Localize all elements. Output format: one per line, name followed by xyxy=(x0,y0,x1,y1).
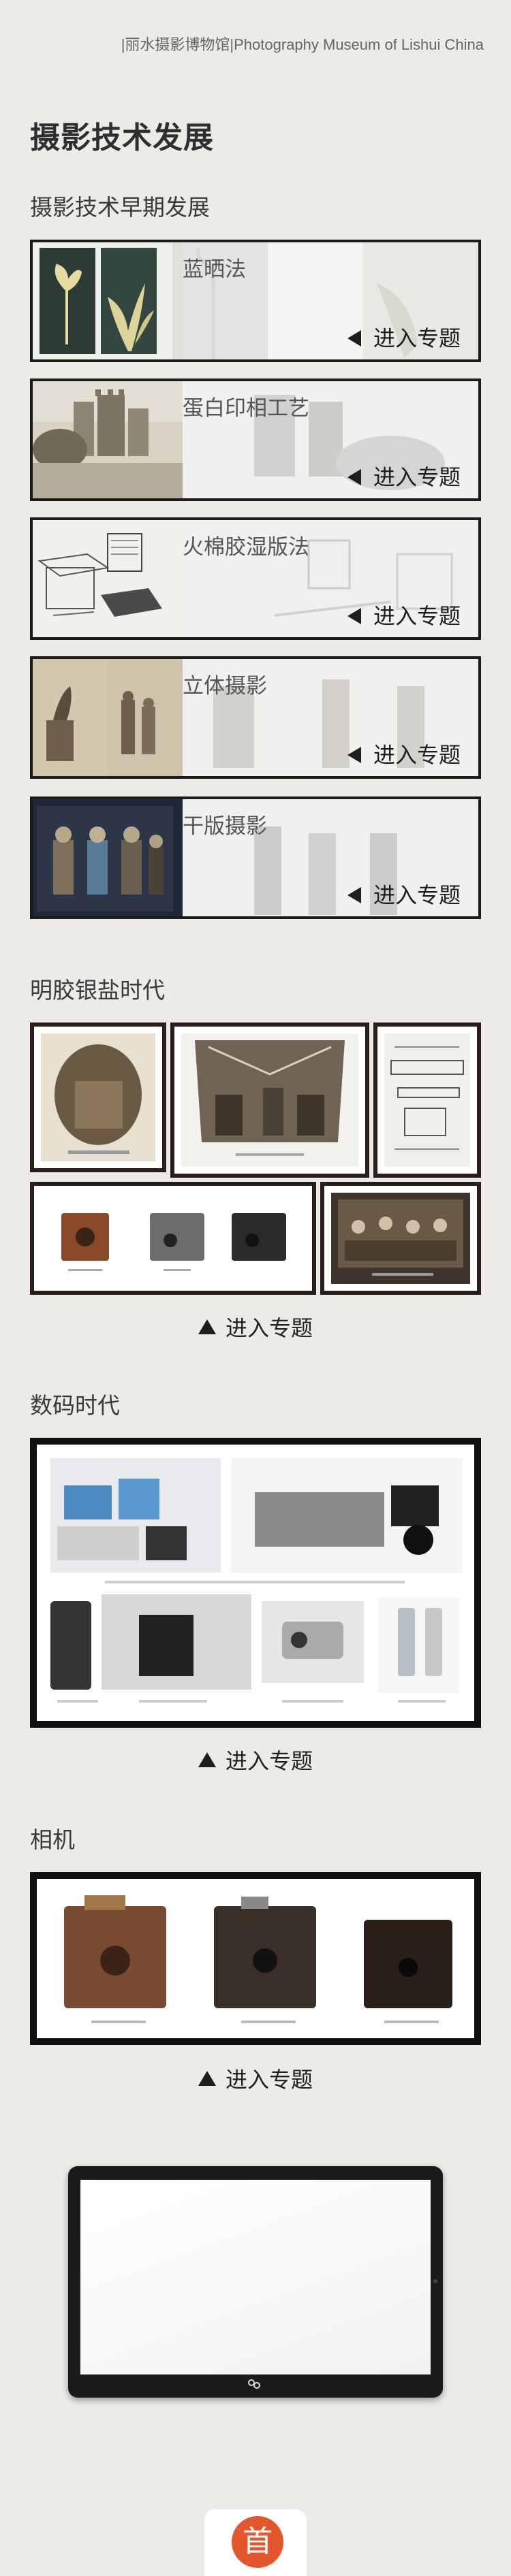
factory-workers-photo xyxy=(331,1193,470,1284)
triangle-left-icon xyxy=(347,330,361,347)
triangle-up-icon xyxy=(198,1319,216,1334)
enter-topic-link[interactable]: 进入专题 xyxy=(347,738,461,769)
topic-label: 立体摄影 xyxy=(183,674,267,698)
enter-topic-gelatin[interactable]: 进入专题 xyxy=(0,1311,511,1342)
page-title: 摄影技术发展 xyxy=(30,121,214,155)
home-icon[interactable]: 首 xyxy=(232,2516,283,2568)
digital-collage[interactable] xyxy=(30,1438,481,1728)
enter-topic-digital[interactable]: 进入专题 xyxy=(0,1744,511,1775)
tablet-screen[interactable] xyxy=(80,2180,431,2374)
topic-card-collodion[interactable]: 火棉胶湿版法 进入专题 xyxy=(30,517,481,640)
enter-topic-link[interactable]: 进入专题 xyxy=(347,599,461,630)
topic-card-cyanotype[interactable]: 蓝晒法 进入专题 xyxy=(30,240,481,362)
triangle-up-icon xyxy=(198,2071,216,2086)
section-title-digital: 数码时代 xyxy=(30,1393,120,1418)
photo-frame[interactable] xyxy=(373,1023,481,1178)
triangle-left-icon xyxy=(347,469,361,485)
collodion-thumbnail xyxy=(33,520,183,637)
topic-label: 蓝晒法 xyxy=(183,257,246,281)
dry-plate-thumbnail xyxy=(33,799,183,916)
triangle-left-icon xyxy=(347,747,361,763)
topic-label: 蛋白印相工艺 xyxy=(183,396,309,420)
albumen-thumbnail xyxy=(33,381,183,498)
section-title-camera: 相机 xyxy=(30,1827,75,1852)
box-cameras-photo xyxy=(41,1193,305,1284)
museum-header: |丽水摄影博物馆|Photography Museum of Lishui Ch… xyxy=(121,36,484,53)
box-cameras-row xyxy=(37,1879,474,2038)
photo-frame[interactable] xyxy=(170,1023,369,1178)
camera-collage[interactable] xyxy=(30,1872,481,2045)
home-tab: 首 xyxy=(204,2509,307,2576)
topic-card-stereo[interactable]: 立体摄影 进入专题 xyxy=(30,656,481,779)
topic-label: 干版摄影 xyxy=(183,814,267,838)
topic-card-dry-plate[interactable]: 干版摄影 进入专题 xyxy=(30,796,481,919)
tablet-device xyxy=(68,2166,443,2398)
triangle-up-icon xyxy=(198,1752,216,1767)
topic-label: 火棉胶湿版法 xyxy=(183,535,309,559)
triangle-left-icon xyxy=(347,608,361,624)
digital-cameras-photo xyxy=(37,1445,474,1721)
oval-portrait-photo xyxy=(41,1033,155,1161)
enter-topic-link[interactable]: 进入专题 xyxy=(347,321,461,353)
tablet-logo-icon xyxy=(248,2379,260,2389)
section-title-gelatin: 明胶银盐时代 xyxy=(30,978,165,1003)
workshop-photo xyxy=(181,1033,358,1167)
enter-topic-link[interactable]: 进入专题 xyxy=(347,460,461,492)
photo-frame[interactable] xyxy=(320,1182,481,1295)
section-title-early: 摄影技术早期发展 xyxy=(30,195,210,220)
enter-topic-link[interactable]: 进入专题 xyxy=(347,878,461,909)
stereo-thumbnail xyxy=(33,659,183,776)
triangle-left-icon xyxy=(347,887,361,903)
patent-drawing xyxy=(384,1033,470,1167)
topic-card-albumen[interactable]: 蛋白印相工艺 进入专题 xyxy=(30,379,481,501)
photo-frame[interactable] xyxy=(30,1182,316,1295)
tablet-camera-dot xyxy=(433,2279,437,2283)
photo-frame[interactable] xyxy=(30,1023,166,1172)
enter-topic-camera[interactable]: 进入专题 xyxy=(0,2063,511,2094)
cyanotype-thumbnail xyxy=(33,242,183,359)
